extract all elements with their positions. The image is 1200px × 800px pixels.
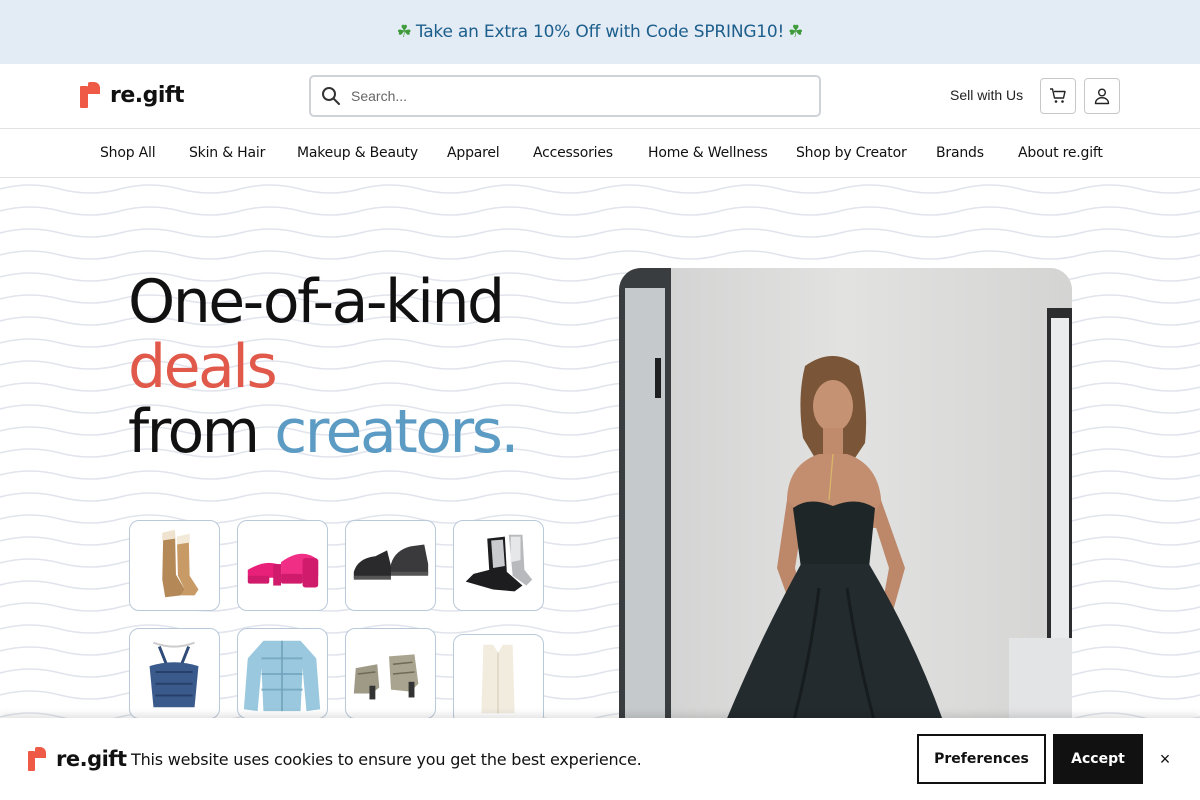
nav-item-home-wellness[interactable]: Home & Wellness [648, 145, 768, 161]
preferences-button[interactable]: Preferences [917, 734, 1046, 784]
nav-item-apparel[interactable]: Apparel [447, 145, 500, 161]
cookie-brand-name: re.gift [56, 747, 127, 771]
product-thumb-cream-vest[interactable] [453, 634, 544, 718]
hero-section: One-of-a-kind deals from creators. [0, 178, 1200, 718]
promo-banner: ☘ Take an Extra 10% Off with Code SPRING… [0, 0, 1200, 64]
nav-item-accessories[interactable]: Accessories [533, 145, 613, 161]
main-nav: Shop All Skin & Hair Makeup & Beauty App… [0, 129, 1200, 178]
hero-photo [619, 268, 1072, 718]
product-thumb-metallic-boots[interactable] [453, 520, 544, 611]
sell-with-us-link[interactable]: Sell with Us [950, 87, 1023, 103]
cream-fleece-vest-image [481, 644, 515, 714]
nav-item-brands[interactable]: Brands [936, 145, 984, 161]
nav-item-about[interactable]: About re.gift [1018, 145, 1103, 161]
product-thumb-snakeskin-boots[interactable] [345, 628, 436, 718]
product-thumb-black-sneakers[interactable] [345, 520, 436, 611]
nav-item-shop-all[interactable]: Shop All [100, 145, 156, 161]
search-input[interactable] [351, 88, 791, 104]
cart-icon [1050, 88, 1066, 103]
clover-icon: ☘ [396, 22, 412, 41]
site-header: re.gift Sell with Us [0, 64, 1200, 129]
product-thumb-tan-boots[interactable] [129, 520, 220, 611]
search-bar[interactable] [309, 75, 821, 117]
cookie-message: This website uses cookies to ensure you … [131, 750, 642, 769]
product-thumb-denim-top[interactable] [129, 628, 220, 718]
nav-item-makeup-beauty[interactable]: Makeup & Beauty [297, 145, 418, 161]
snakeskin-ankle-boots-image [353, 654, 419, 700]
product-thumb-puffer-jacket[interactable] [237, 628, 328, 718]
cart-button[interactable] [1040, 78, 1076, 114]
accept-button[interactable]: Accept [1053, 734, 1143, 784]
headline-line-1: One-of-a-kind [128, 267, 505, 337]
logo-mark-icon [80, 82, 100, 108]
brand-name: re.gift [110, 82, 185, 108]
nav-item-shop-by-creator[interactable]: Shop by Creator [796, 145, 907, 161]
headline-line-3a: from [128, 397, 275, 467]
pink-platform-heels-image [247, 553, 319, 588]
nav-item-skin-hair[interactable]: Skin & Hair [189, 145, 265, 161]
headline-line-3b: creators. [274, 397, 519, 467]
product-thumb-pink-platforms[interactable] [237, 520, 328, 611]
close-icon[interactable]: × [1156, 750, 1174, 768]
clover-icon: ☘ [788, 22, 804, 41]
tan-cowboy-boots-image [162, 529, 199, 598]
promo-text: Take an Extra 10% Off with Code SPRING10… [415, 22, 785, 42]
logo-mark-icon [28, 747, 46, 771]
account-button[interactable] [1084, 78, 1120, 114]
search-icon [322, 87, 340, 105]
blue-puffer-jacket-image [243, 640, 321, 712]
cookie-banner: re.gift This website uses cookies to ens… [0, 718, 1200, 800]
user-icon [1094, 88, 1110, 105]
brand-logo[interactable]: re.gift [80, 82, 185, 108]
black-sneakers-image [353, 544, 429, 580]
headline-line-2: deals [128, 332, 278, 402]
denim-corset-top-image [149, 641, 199, 708]
cookie-brand-logo: re.gift [28, 747, 127, 771]
creator-photo-image [619, 268, 1072, 718]
hero-headline: One-of-a-kind deals from creators. [128, 267, 519, 467]
metallic-western-boots-image [465, 534, 533, 592]
